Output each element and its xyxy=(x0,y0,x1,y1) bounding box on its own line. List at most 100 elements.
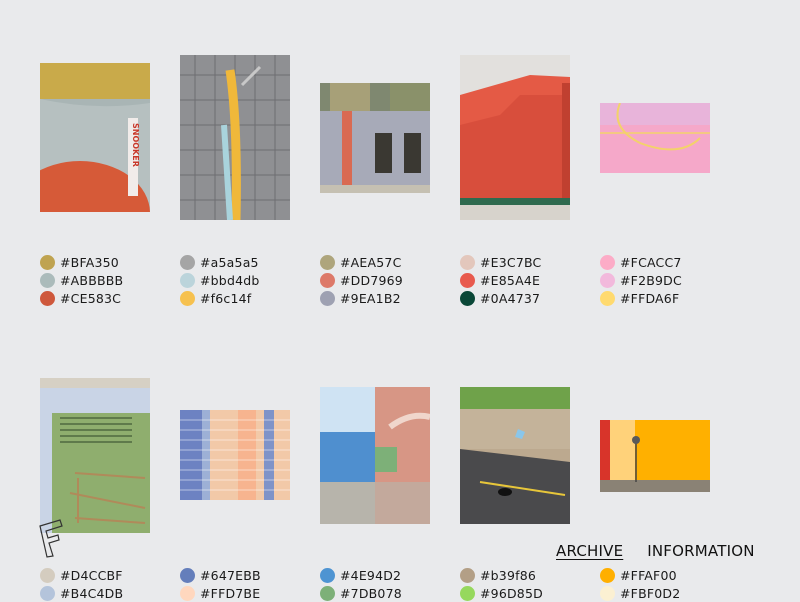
nav-information-link[interactable]: INFORMATION xyxy=(647,542,754,560)
color-swatch xyxy=(40,254,55,270)
color-swatch xyxy=(40,272,55,288)
swatch-row: #647EBB xyxy=(180,566,300,584)
swatch-row: #AEA57C xyxy=(320,253,440,271)
photo-thumbnail[interactable] xyxy=(600,420,710,492)
swatch-row: #FFAF00 xyxy=(600,566,720,584)
swatch-row: #a5a5a5 xyxy=(180,253,300,271)
hex-label: #FFAF00 xyxy=(620,567,677,583)
swatch-row: #0A4737 xyxy=(460,289,580,307)
swatch-row: #D4CCBF xyxy=(40,566,160,584)
color-palette: #b39f86 #96D85D xyxy=(460,566,580,602)
swatch-row: #bbd4db xyxy=(180,271,300,289)
photo-thumbnail[interactable] xyxy=(600,103,710,173)
swatch-row: #b39f86 xyxy=(460,566,580,584)
color-palette: #BFA350 #ABBBBB #CE583C xyxy=(40,253,160,307)
highrise-facade-image xyxy=(180,410,290,500)
pipes-grid-image xyxy=(180,55,290,220)
hex-label: #96D85D xyxy=(480,585,543,601)
hex-label: #FFD7BE xyxy=(200,585,261,601)
color-swatch xyxy=(320,585,335,601)
color-swatch xyxy=(460,290,475,306)
hex-label: #E3C7BC xyxy=(480,254,542,270)
hex-label: #0A4737 xyxy=(480,290,541,306)
color-swatch xyxy=(600,254,615,270)
swatch-row: #4E94D2 xyxy=(320,566,440,584)
street-wall-image xyxy=(460,387,570,524)
swatch-row: #E3C7BC xyxy=(460,253,580,271)
color-palette: #FCACC7 #F2B9DC #FFDA6F xyxy=(600,253,720,307)
color-swatch xyxy=(180,272,195,288)
yellow-wall-sign-image xyxy=(600,420,710,492)
color-palette: #647EBB #FFD7BE xyxy=(180,566,300,602)
photo-thumbnail[interactable] xyxy=(320,83,430,193)
swatch-row: #B4C4DB xyxy=(40,584,160,602)
swatch-row: #96D85D xyxy=(460,584,580,602)
corrugated-building-image xyxy=(320,83,430,193)
hex-label: #B4C4DB xyxy=(60,585,124,601)
photo-thumbnail[interactable] xyxy=(180,410,290,500)
hex-label: #FCACC7 xyxy=(620,254,682,270)
photo-thumbnail[interactable] xyxy=(320,387,430,524)
color-palette: #AEA57C #DD7969 #9EA1B2 xyxy=(320,253,440,307)
photo-thumbnail[interactable] xyxy=(460,55,570,220)
color-swatch xyxy=(600,272,615,288)
color-swatch xyxy=(40,290,55,306)
photo-thumbnail[interactable]: SNOOKER xyxy=(40,63,150,212)
swatch-row: #FCACC7 xyxy=(600,253,720,271)
photo-thumbnail[interactable] xyxy=(460,387,570,524)
color-swatch xyxy=(460,254,475,270)
green-vent-door-image xyxy=(40,378,150,533)
hex-label: #b39f86 xyxy=(480,567,537,583)
hex-label: #D4CCBF xyxy=(60,567,123,583)
hex-label: #bbd4db xyxy=(200,272,260,288)
color-swatch xyxy=(600,290,615,306)
hex-label: #ABBBBB xyxy=(60,272,124,288)
hex-label: #DD7969 xyxy=(340,272,403,288)
color-swatch xyxy=(460,585,475,601)
blue-pink-walls-image xyxy=(320,387,430,524)
red-warehouse-image xyxy=(460,55,570,220)
swatch-row: #ABBBBB xyxy=(40,271,160,289)
color-swatch xyxy=(600,585,615,601)
swatch-row: #F2B9DC xyxy=(600,271,720,289)
color-palette: #FFAF00 #FBF0D2 xyxy=(600,566,720,602)
swatch-row: #DD7969 xyxy=(320,271,440,289)
hex-label: #FFDA6F xyxy=(620,290,680,306)
color-swatch xyxy=(40,567,55,583)
snooker-wall-image: SNOOKER xyxy=(40,63,150,212)
swatch-row: #CE583C xyxy=(40,289,160,307)
color-swatch xyxy=(180,585,195,601)
swatch-row: #FBF0D2 xyxy=(600,584,720,602)
hex-label: #BFA350 xyxy=(60,254,119,270)
swatch-row: #7DB078 xyxy=(320,584,440,602)
hex-label: #E85A4E xyxy=(480,272,541,288)
hex-label: #f6c14f xyxy=(200,290,252,306)
swatch-row: #FFD7BE xyxy=(180,584,300,602)
snooker-sign-text: SNOOKER xyxy=(131,123,140,167)
hex-label: #4E94D2 xyxy=(340,567,402,583)
hex-label: #647EBB xyxy=(200,567,261,583)
color-swatch xyxy=(180,290,195,306)
hex-label: #F2B9DC xyxy=(620,272,682,288)
hex-label: #FBF0D2 xyxy=(620,585,681,601)
color-swatch xyxy=(600,567,615,583)
hex-label: #AEA57C xyxy=(340,254,402,270)
color-swatch xyxy=(320,254,335,270)
swatch-row: #f6c14f xyxy=(180,289,300,307)
color-palette: #a5a5a5 #bbd4db #f6c14f xyxy=(180,253,300,307)
color-swatch xyxy=(40,585,55,601)
nav-archive-link[interactable]: ARCHIVE xyxy=(556,542,623,560)
site-logo[interactable] xyxy=(38,518,68,558)
color-swatch xyxy=(320,290,335,306)
hex-label: #7DB078 xyxy=(340,585,402,601)
photo-thumbnail[interactable] xyxy=(180,55,290,220)
color-swatch xyxy=(460,272,475,288)
color-palette: #E3C7BC #E85A4E #0A4737 xyxy=(460,253,580,307)
color-swatch xyxy=(180,254,195,270)
color-swatch xyxy=(180,567,195,583)
hex-label: #CE583C xyxy=(60,290,122,306)
photo-thumbnail[interactable] xyxy=(40,378,150,533)
color-swatch xyxy=(320,272,335,288)
swatch-row: #FFDA6F xyxy=(600,289,720,307)
swatch-row: #E85A4E xyxy=(460,271,580,289)
